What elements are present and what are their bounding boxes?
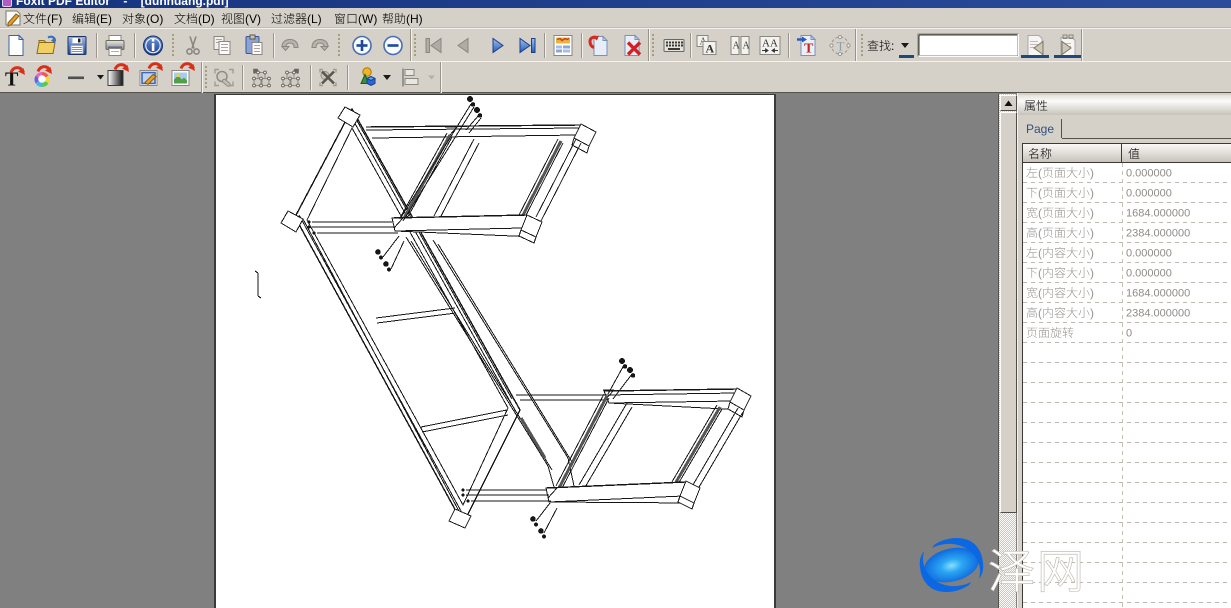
svg-text:T: T bbox=[837, 39, 845, 54]
svg-text::: : bbox=[891, 39, 894, 53]
svg-text:(: ( bbox=[1038, 306, 1042, 320]
svg-text:0.000000: 0.000000 bbox=[1126, 168, 1172, 180]
svg-text:): ) bbox=[1090, 186, 1094, 200]
svg-text:): ) bbox=[1090, 206, 1094, 220]
svg-text:T: T bbox=[804, 42, 814, 57]
svg-text:(L): (L) bbox=[307, 12, 322, 26]
svg-text:(E): (E) bbox=[96, 12, 112, 26]
svg-text:): ) bbox=[1090, 286, 1094, 300]
svg-text:(D): (D) bbox=[198, 12, 215, 26]
svg-text:AA: AA bbox=[762, 38, 778, 50]
svg-text:): ) bbox=[1090, 306, 1094, 320]
svg-text:2384.000000: 2384.000000 bbox=[1126, 228, 1190, 240]
svg-text:0.000000: 0.000000 bbox=[1126, 268, 1172, 280]
svg-text:A: A bbox=[706, 42, 715, 56]
svg-text:0.000000: 0.000000 bbox=[1126, 188, 1172, 200]
svg-text:0.000000: 0.000000 bbox=[1126, 248, 1172, 260]
svg-text:(: ( bbox=[1038, 206, 1042, 220]
svg-text:1684.000000: 1684.000000 bbox=[1126, 288, 1190, 300]
svg-text:): ) bbox=[1090, 266, 1094, 280]
svg-text:(: ( bbox=[1038, 186, 1042, 200]
svg-text:A: A bbox=[743, 41, 751, 52]
svg-text:0: 0 bbox=[1126, 328, 1132, 340]
svg-text:(V): (V) bbox=[245, 12, 261, 26]
svg-text:(: ( bbox=[1038, 266, 1042, 280]
svg-text:A: A bbox=[733, 41, 741, 52]
svg-text:(O): (O) bbox=[146, 12, 163, 26]
svg-text:(: ( bbox=[1038, 286, 1042, 300]
svg-text:(F): (F) bbox=[47, 12, 62, 26]
svg-text:): ) bbox=[1090, 246, 1094, 260]
svg-text:): ) bbox=[1090, 226, 1094, 240]
svg-text:): ) bbox=[1090, 166, 1094, 180]
svg-text:(: ( bbox=[1038, 226, 1042, 240]
svg-text:(H): (H) bbox=[406, 12, 423, 26]
svg-text:(W): (W) bbox=[358, 12, 377, 26]
svg-text:(: ( bbox=[1038, 246, 1042, 260]
svg-text:2384.000000: 2384.000000 bbox=[1126, 308, 1190, 320]
svg-text:1684.000000: 1684.000000 bbox=[1126, 208, 1190, 220]
svg-text:Page: Page bbox=[1026, 122, 1054, 136]
svg-text:(: ( bbox=[1038, 166, 1042, 180]
